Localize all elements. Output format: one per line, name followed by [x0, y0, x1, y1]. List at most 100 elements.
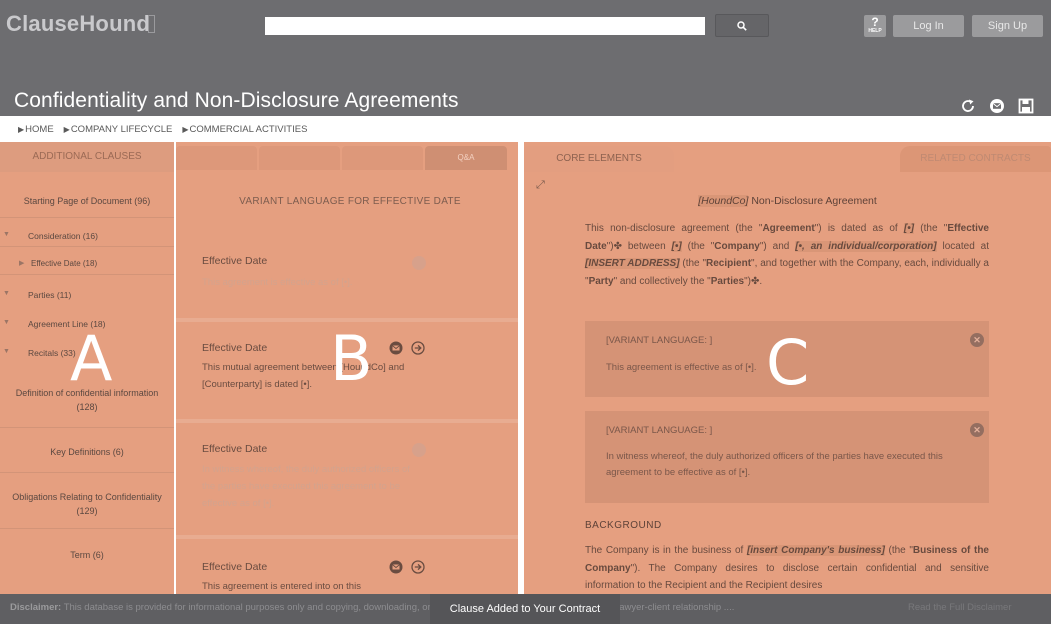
- logo-text: ClauseHound: [6, 11, 150, 36]
- text: (the ": [681, 240, 715, 252]
- placeholder[interactable]: [insert Company's business]: [746, 545, 885, 556]
- breadcrumb: HOME COMPANY LIFECYCLE COMMERCIAL ACTIVI…: [18, 124, 307, 135]
- text: ") is dated as of: [814, 223, 904, 234]
- breadcrumb-company-lifecycle[interactable]: COMPANY LIFECYCLE: [64, 124, 173, 135]
- text: The Company is in the business of: [585, 545, 747, 556]
- email-icon[interactable]: [389, 560, 403, 574]
- chevron-right-icon: ▶: [19, 260, 25, 267]
- defined-term: Recipient: [706, 258, 752, 269]
- variant-card[interactable]: Effective Date This agreement is effecti…: [176, 236, 518, 318]
- clause-item-starting-page[interactable]: Starting Page of Document (96): [0, 196, 174, 206]
- variant-text: This mutual agreement between [HoundCo] …: [202, 362, 405, 390]
- email-icon[interactable]: [989, 98, 1005, 114]
- page-title: Confidentiality and Non-Disclosure Agree…: [14, 89, 459, 112]
- email-icon[interactable]: [412, 443, 426, 457]
- arrow-right-icon[interactable]: [411, 341, 425, 355]
- variant-card[interactable]: Effective Date In witness whereof, the d…: [176, 423, 518, 535]
- placeholder[interactable]: [•]: [903, 223, 915, 234]
- clause-item-key-definitions[interactable]: Key Definitions (6): [0, 447, 174, 457]
- variant-title: Effective Date: [202, 342, 268, 354]
- clause-item-label: Parties (11): [28, 290, 72, 300]
- additional-clauses-header[interactable]: ADDITIONAL CLAUSES: [0, 142, 174, 172]
- disclaimer-text: This database is provided for informatio…: [61, 602, 735, 613]
- panel-label-a: A: [70, 322, 113, 395]
- panel-label-b: B: [330, 322, 373, 395]
- divider: [0, 246, 174, 247]
- help-button[interactable]: ? HELP: [864, 15, 886, 37]
- tab-2[interactable]: [259, 146, 340, 170]
- variant-heading: VARIANT LANGUAGE FOR EFFECTIVE DATE: [239, 196, 461, 207]
- breadcrumb-commercial-activities[interactable]: COMMERCIAL ACTIVITIES: [182, 124, 308, 135]
- variant-card[interactable]: Effective Date This agreement is entered…: [176, 539, 518, 594]
- logo-badge: [148, 15, 155, 33]
- clause-item-obligations[interactable]: Obligations Relating to Confidentiality …: [0, 490, 174, 518]
- tab-1[interactable]: [176, 146, 257, 170]
- save-icon[interactable]: [1018, 98, 1034, 114]
- variant-tabs: Q&A: [176, 146, 518, 170]
- defined-term: Party: [588, 275, 614, 287]
- login-button[interactable]: Log In: [893, 15, 964, 37]
- background-paragraph: The Company is in the business of [inser…: [585, 542, 989, 595]
- clause-item-label: Consideration (16): [28, 231, 98, 241]
- text: "). The Company desires to disclose cert…: [585, 562, 989, 592]
- divider: [0, 472, 174, 473]
- read-disclaimer-link[interactable]: Read the Full Disclaimer: [908, 602, 1011, 613]
- document-title: [HoundCo] Non-Disclosure Agreement: [524, 195, 1051, 207]
- text: This non-disclosure agreement (the ": [585, 223, 763, 234]
- placeholder[interactable]: [•, an individual/corporation]: [795, 240, 937, 252]
- variant-language-label: [VARIANT LANGUAGE: ]: [606, 425, 713, 436]
- defined-term: Parties: [710, 275, 745, 287]
- tab-qa[interactable]: Q&A: [425, 146, 507, 170]
- text: ") and: [759, 240, 796, 252]
- breadcrumb-home[interactable]: HOME: [18, 124, 54, 135]
- variant-title: Effective Date: [202, 255, 268, 267]
- defined-term: Company: [714, 240, 760, 252]
- tab-core-elements[interactable]: CORE ELEMENTS: [524, 146, 674, 172]
- divider: [0, 217, 174, 218]
- variant-title: Effective Date: [202, 443, 268, 455]
- expand-icon[interactable]: ⤢: [536, 179, 545, 192]
- placeholder[interactable]: [HoundCo]: [698, 195, 749, 207]
- variant-language-label: [VARIANT LANGUAGE: ]: [606, 335, 713, 346]
- background-heading: BACKGROUND: [585, 520, 662, 531]
- text: (the ": [914, 223, 948, 234]
- chevron-down-icon: ▼: [3, 290, 10, 297]
- divider: [0, 427, 174, 428]
- close-icon[interactable]: ✕: [970, 333, 984, 347]
- defined-term: Agreement: [762, 223, 815, 234]
- text: ")✤ between: [606, 240, 672, 252]
- contract-document-panel: CORE ELEMENTS RELATED CONTRACTS ⤢ [Hound…: [524, 142, 1051, 594]
- signup-button[interactable]: Sign Up: [972, 15, 1043, 37]
- clause-item-label: Recitals (33): [28, 348, 76, 358]
- text: ")✤.: [744, 275, 763, 287]
- logo[interactable]: ClauseHound: [6, 11, 150, 37]
- email-icon[interactable]: [389, 341, 403, 355]
- placeholder[interactable]: [•]: [671, 240, 682, 252]
- toast-notification: Clause Added to Your Contract: [430, 594, 620, 624]
- search-button[interactable]: [715, 14, 769, 37]
- top-header: ClauseHound ? HELP Log In Sign Up Confid…: [0, 0, 1051, 116]
- panel-label-c: C: [766, 326, 810, 399]
- variant-language-box[interactable]: [VARIANT LANGUAGE: ] In witness whereof,…: [585, 411, 989, 503]
- variant-text: This agreement is entered into on this: [202, 581, 361, 592]
- clause-item-term[interactable]: Term (6): [0, 550, 174, 560]
- search-input[interactable]: [265, 17, 705, 35]
- placeholder[interactable]: [INSERT ADDRESS]: [585, 258, 680, 269]
- variant-language-panel: Q&A VARIANT LANGUAGE FOR EFFECTIVE DATE …: [176, 142, 518, 594]
- chevron-down-icon: ▼: [3, 231, 10, 238]
- text: (the ": [884, 545, 913, 556]
- arrow-right-icon[interactable]: [411, 560, 425, 574]
- close-icon[interactable]: ✕: [970, 423, 984, 437]
- tab-3[interactable]: [342, 146, 423, 170]
- additional-clauses-panel: ADDITIONAL CLAUSES Starting Page of Docu…: [0, 142, 174, 594]
- text: located at: [936, 240, 989, 252]
- variant-text: In witness whereof, the duly authorized …: [202, 464, 410, 509]
- divider: [0, 528, 174, 529]
- disclaimer-label: Disclaimer:: [10, 602, 62, 613]
- refresh-icon[interactable]: [960, 98, 976, 114]
- email-icon[interactable]: [412, 256, 426, 270]
- help-mark: ?: [871, 15, 879, 29]
- clause-item-label: Effective Date (18): [31, 259, 98, 268]
- tab-related-contracts[interactable]: RELATED CONTRACTS: [900, 146, 1051, 172]
- footer: Disclaimer: This database is provided fo…: [0, 594, 1051, 624]
